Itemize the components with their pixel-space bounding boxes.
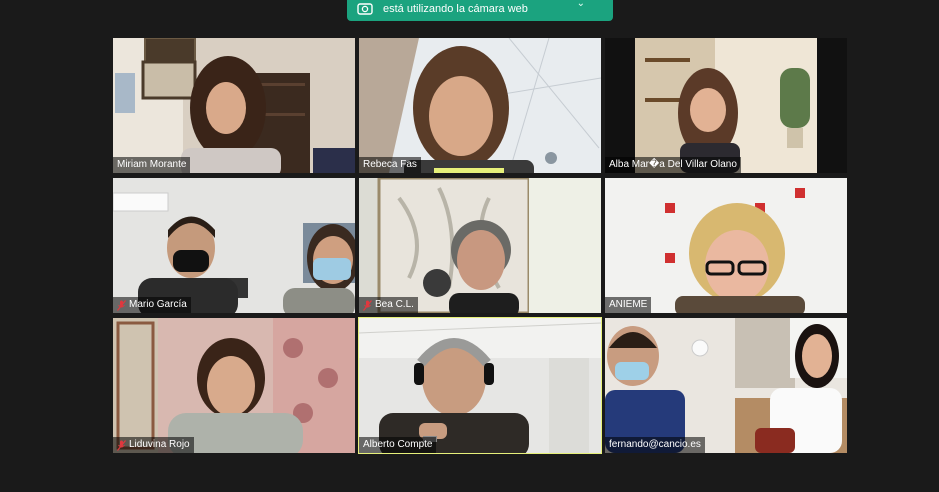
video-feed bbox=[605, 318, 847, 453]
video-feed bbox=[605, 178, 847, 313]
video-tile-alba-del-villar[interactable]: Alba Mar�a Del Villar Olano bbox=[605, 38, 847, 173]
camera-notice-text: está utilizando la cámara web bbox=[383, 3, 528, 15]
participant-name-label: Bea C.L. bbox=[359, 297, 418, 313]
video-feed bbox=[359, 38, 601, 173]
participant-name-label: Alba Mar�a Del Villar Olano bbox=[605, 157, 741, 173]
participant-name-label: fernando@cancio.es bbox=[605, 437, 705, 453]
participant-name-label: Liduvina Rojo bbox=[113, 437, 194, 453]
video-gallery: Miriam Morante Rebeca Fas Alba Mar�a Del… bbox=[113, 38, 848, 454]
video-tile-miriam-morante[interactable]: Miriam Morante bbox=[113, 38, 355, 173]
participant-name-label: Alberto Compte bbox=[359, 437, 437, 453]
participant-name-label: ANIEME bbox=[605, 297, 652, 313]
video-tile-bea-cl[interactable]: Bea C.L. bbox=[359, 178, 601, 313]
video-tile-rebeca-fas[interactable]: Rebeca Fas bbox=[359, 38, 601, 173]
video-tile-mario-garcia[interactable]: Mario García bbox=[113, 178, 355, 313]
video-feed bbox=[113, 318, 355, 453]
participant-name-label: Mario García bbox=[113, 297, 191, 313]
video-tile-fernando-cancio[interactable]: fernando@cancio.es bbox=[605, 318, 847, 453]
participant-name-label: Rebeca Fas bbox=[359, 157, 421, 173]
video-tile-liduvina-rojo[interactable]: Liduvina Rojo bbox=[113, 318, 355, 453]
microphone-muted-icon bbox=[363, 299, 372, 311]
video-feed bbox=[113, 178, 355, 313]
video-feed bbox=[113, 38, 355, 173]
webcam-icon bbox=[357, 3, 373, 15]
chevron-down-icon[interactable]: ⌄ bbox=[577, 0, 585, 9]
video-feed bbox=[359, 178, 601, 313]
video-feed bbox=[605, 38, 847, 173]
video-tile-anieme[interactable]: ANIEME bbox=[605, 178, 847, 313]
microphone-muted-icon bbox=[117, 299, 126, 311]
video-feed bbox=[359, 318, 601, 453]
camera-in-use-notice[interactable]: está utilizando la cámara web ⌄ bbox=[347, 0, 613, 21]
microphone-muted-icon bbox=[117, 439, 126, 451]
video-tile-alberto-compte[interactable]: Alberto Compte bbox=[358, 317, 602, 454]
participant-name-label: Miriam Morante bbox=[113, 157, 191, 173]
